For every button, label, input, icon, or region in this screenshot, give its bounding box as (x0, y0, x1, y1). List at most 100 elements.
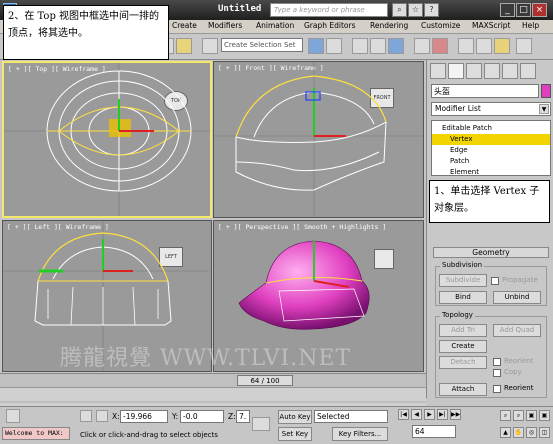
key-set-dropdown[interactable]: Selected (314, 410, 388, 423)
track-bar-ticks (0, 401, 426, 403)
object-name-field[interactable]: 头盔 (431, 84, 539, 98)
field-of-view-icon[interactable]: ▲ (500, 427, 511, 438)
close-button[interactable]: × (532, 3, 547, 17)
stack-item-element[interactable]: Element (432, 167, 550, 178)
reorient2-label: Reorient (504, 384, 534, 392)
modifier-list-dropdown[interactable]: Modifier List ▼ (431, 102, 551, 116)
viewport-front[interactable]: [ + ][ Front ][ Wireframe ] FRONT (213, 61, 424, 218)
topology-group: Topology Add Tri Add Quad Create Detach … (435, 311, 547, 398)
menu-animation[interactable]: Animation (256, 21, 294, 30)
add-quad-button[interactable]: Add Quad (493, 324, 541, 337)
menu-modifiers[interactable]: Modifiers (208, 21, 242, 30)
chevron-down-icon: ▼ (539, 104, 549, 114)
propagate-label: Propagate (502, 276, 538, 284)
mini-listener-icon[interactable] (6, 409, 20, 423)
subdivision-title: Subdivision (440, 261, 485, 269)
time-slider[interactable]: 64 / 100 (0, 373, 426, 387)
utilities-tab-icon[interactable] (520, 63, 536, 79)
teapot-icon[interactable] (516, 38, 532, 54)
zoom-all-icon[interactable]: ⌕ (513, 410, 524, 421)
material-editor-icon[interactable] (432, 38, 448, 54)
binoculars-icon[interactable]: ⌕ (392, 3, 407, 17)
object-color-swatch[interactable] (541, 84, 551, 98)
maximize-viewport-icon[interactable]: ◫ (539, 427, 550, 438)
watermark: 腾龍視覺 WWW.TLVI.NET (60, 346, 352, 371)
key-filters-button[interactable]: Key Filters... (332, 427, 388, 441)
lock-icon[interactable] (80, 410, 92, 422)
graphite-icon[interactable] (370, 38, 386, 54)
align-icon[interactable] (326, 38, 342, 54)
zoom-icon[interactable]: ⌕ (500, 410, 511, 421)
pan-icon[interactable]: ✋ (513, 427, 524, 438)
next-frame-icon[interactable]: ▶| (437, 409, 448, 420)
menu-maxscript[interactable]: MAXScript (472, 21, 511, 30)
maxscript-listener[interactable]: Welcome to MAX: (2, 427, 70, 440)
modify-tab-icon[interactable] (448, 63, 464, 79)
rendered-frame-icon[interactable] (476, 38, 492, 54)
top-wireframe-drawing (4, 63, 210, 216)
set-key-button[interactable]: Set Key (278, 427, 312, 441)
x-label: X: (112, 412, 120, 421)
zoom-extents-all-icon[interactable]: ▣ (539, 410, 550, 421)
auto-key-button[interactable]: Auto Key (278, 410, 312, 424)
menu-rendering[interactable]: Rendering (370, 21, 408, 30)
reorient-checkbox[interactable] (493, 358, 501, 366)
modifier-stack: Editable Patch Vertex Edge Patch Element (431, 120, 551, 176)
display-tab-icon[interactable] (502, 63, 518, 79)
track-bar[interactable] (0, 387, 426, 406)
detach-button[interactable]: Detach (439, 356, 487, 369)
stack-item-patch[interactable]: Patch (432, 156, 550, 167)
layer-manager-icon[interactable] (352, 38, 368, 54)
current-frame-field[interactable]: 64 (412, 425, 456, 438)
add-tri-button[interactable]: Add Tri (439, 324, 487, 337)
absolute-mode-icon[interactable] (96, 410, 108, 422)
schematic-view-icon[interactable] (414, 38, 430, 54)
play-icon[interactable]: ▶ (424, 409, 435, 420)
help-icon[interactable]: ? (424, 3, 439, 17)
copy-checkbox[interactable] (493, 369, 501, 377)
attach-button[interactable]: Attach (439, 383, 487, 396)
orbit-icon[interactable]: ◎ (526, 427, 537, 438)
render-icon[interactable] (494, 38, 510, 54)
mirror-icon[interactable] (308, 38, 324, 54)
selection-set-dropdown[interactable]: Create Selection Set (221, 38, 303, 52)
y-coordinate-field[interactable]: -0.0 (180, 410, 224, 423)
stack-item-vertex[interactable]: Vertex (432, 134, 550, 145)
create-tab-icon[interactable] (430, 63, 446, 79)
minimize-button[interactable]: _ (500, 3, 515, 17)
key-icon[interactable] (252, 417, 270, 431)
curve-editor-icon[interactable] (388, 38, 404, 54)
subdivision-group: Subdivision Subdivide Propagate Bind Unb… (435, 261, 547, 306)
bind-button[interactable]: Bind (439, 291, 487, 304)
subdivide-button[interactable]: Subdivide (439, 274, 487, 287)
menu-create[interactable]: Create (172, 21, 197, 30)
hierarchy-tab-icon[interactable] (466, 63, 482, 79)
front-wireframe-drawing (214, 62, 423, 217)
viewport-top[interactable]: [ + ][ Top ][ Wireframe ] TOP (2, 61, 212, 218)
previous-frame-icon[interactable]: ◀ (411, 409, 422, 420)
z-coordinate-field[interactable]: 7. (236, 410, 250, 423)
menu-graph-editors[interactable]: Graph Editors (304, 21, 356, 30)
unbind-button[interactable]: Unbind (493, 291, 541, 304)
named-selection-icon[interactable] (176, 38, 192, 54)
reorient2-checkbox[interactable] (493, 385, 501, 393)
x-coordinate-field[interactable]: -19.966 (120, 410, 168, 423)
stack-item-edge[interactable]: Edge (432, 145, 550, 156)
create-button[interactable]: Create (439, 340, 487, 353)
go-to-end-icon[interactable]: ▶▶ (450, 409, 461, 420)
render-setup-icon[interactable] (458, 38, 474, 54)
search-input[interactable]: Type a keyword or phrase (270, 3, 388, 17)
stack-item-editable-patch[interactable]: Editable Patch (432, 123, 550, 134)
geometry-rollout-header[interactable]: Geometry (433, 247, 549, 258)
zoom-extents-icon[interactable]: ▣ (526, 410, 537, 421)
star-icon[interactable]: ☆ (408, 3, 423, 17)
menu-help[interactable]: Help (522, 21, 539, 30)
maximize-button[interactable]: □ (516, 3, 531, 17)
edit-named-selection-icon[interactable] (202, 38, 218, 54)
topology-title: Topology (440, 311, 475, 319)
go-to-start-icon[interactable]: |◀ (398, 409, 409, 420)
menu-customize[interactable]: Customize (421, 21, 460, 30)
time-slider-thumb[interactable]: 64 / 100 (237, 375, 293, 386)
propagate-checkbox[interactable] (491, 277, 499, 285)
motion-tab-icon[interactable] (484, 63, 500, 79)
